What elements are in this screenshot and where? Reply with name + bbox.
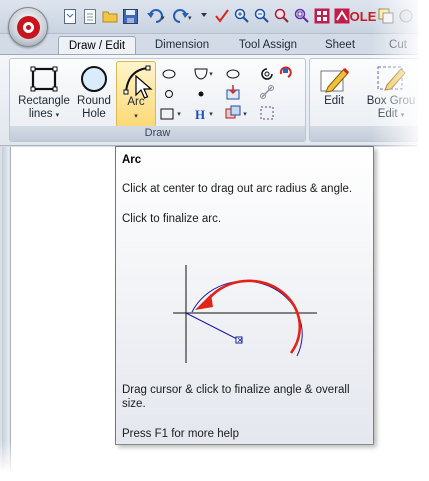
rectangle-icon (30, 66, 58, 92)
select-box-icon[interactable] (258, 104, 276, 122)
small-circle-icon[interactable] (160, 85, 178, 103)
tooltip-line-3: Drag cursor & click to finalize angle & … (122, 384, 350, 410)
zoom-window-icon[interactable] (274, 8, 290, 24)
insert-icon[interactable] (224, 83, 242, 101)
save-icon[interactable] (122, 8, 138, 24)
arc-diagram (173, 265, 317, 363)
grid-icon[interactable] (314, 8, 330, 24)
zoom-in-icon[interactable] (234, 8, 250, 24)
tooltip-title: Arc (122, 154, 142, 166)
oval-icon[interactable] (224, 65, 242, 83)
tab-sheet[interactable]: Sheet (316, 36, 364, 55)
round-hole-button[interactable]: Round Hole (74, 61, 114, 127)
tooltip-help: Press F1 for more help (122, 428, 239, 440)
undo-icon[interactable]: ▾ (146, 8, 168, 24)
rectangle-dropdown-icon[interactable]: ▾ (174, 105, 184, 123)
application-menu-button[interactable] (8, 7, 48, 47)
check-mark-icon[interactable] (214, 8, 230, 24)
ribbon: Rectangle lines ▾ Round Hole Arc ▾ ▾ ▾ H… (0, 54, 418, 146)
point-icon[interactable] (192, 85, 210, 103)
draw-group-caption: Draw (10, 126, 305, 141)
box-group-label-line1: Box Grou (366, 95, 416, 107)
snap-icon[interactable] (334, 8, 350, 24)
boolean-dropdown-icon[interactable]: ▾ (240, 105, 250, 123)
shape-dropdown-icon[interactable]: ▾ (206, 65, 216, 83)
ole-icon[interactable]: OLE (350, 8, 377, 24)
rectangle-label-line1: Rectangle (18, 95, 70, 107)
arc-tooltip: Arc Click at center to drag out arc radi… (115, 146, 374, 445)
tab-cut[interactable]: Cut (378, 36, 418, 55)
box-group-icon (377, 66, 406, 91)
left-border (2, 147, 9, 470)
circle-icon (81, 66, 107, 92)
zoom-out-icon[interactable] (254, 8, 270, 24)
new-file-icon[interactable] (62, 8, 78, 24)
tab-tool-assign[interactable]: Tool Assign (228, 36, 308, 55)
zoom-all-icon[interactable] (294, 8, 310, 24)
mouse-cursor-icon (135, 75, 153, 99)
edit-pencil-icon (320, 67, 350, 93)
h-profile-dropdown-icon[interactable]: ▾ (206, 105, 216, 123)
edit-group: Edit Box Grou Edit ▾ (309, 58, 418, 142)
redo-icon[interactable]: ▾ (172, 8, 194, 24)
round-hole-label-line2: Hole (82, 108, 106, 120)
edit-button[interactable]: Edit (314, 61, 354, 127)
ellipse-icon[interactable] (160, 65, 178, 83)
rectangle-lines-button[interactable]: Rectangle lines ▾ (13, 61, 75, 127)
tooltip-line-1: Click at center to drag out arc radius &… (122, 183, 353, 195)
rotate-icon[interactable] (276, 63, 294, 81)
rectangle-label-line2: lines ▾ (28, 108, 60, 120)
toolbar-dropdown-icon[interactable] (198, 8, 210, 24)
round-hole-label-line1: Round (77, 95, 111, 107)
application-window: ▾ ▾ OLE Draw / Edit Dimension Tool Assig… (0, 0, 418, 470)
arc-dropdown-icon[interactable]: ▾ (117, 109, 155, 123)
document-icon[interactable] (82, 8, 98, 24)
layers-icon[interactable] (378, 8, 394, 24)
edit-group-caption (310, 126, 418, 141)
tab-draw-edit[interactable]: Draw / Edit (58, 36, 136, 55)
link-icon[interactable] (258, 83, 276, 101)
box-group-edit-button[interactable]: Box Grou Edit ▾ (360, 61, 418, 127)
box-group-label-line2: Edit ▾ (377, 108, 405, 120)
svg-text:▾: ▾ (188, 15, 192, 22)
open-folder-icon[interactable] (102, 8, 118, 24)
app-logo (17, 16, 40, 39)
tools-icon[interactable] (398, 8, 414, 24)
ribbon-tab-bar: Draw / Edit Dimension Tool Assign Sheet … (0, 34, 418, 55)
svg-text:▾: ▾ (161, 15, 165, 22)
spiral-icon[interactable] (258, 65, 276, 83)
tab-dimension[interactable]: Dimension (146, 36, 218, 55)
svg-text:H: H (195, 107, 205, 121)
draw-group: Rectangle lines ▾ Round Hole Arc ▾ ▾ ▾ H… (9, 58, 306, 142)
edit-label: Edit (324, 95, 344, 107)
quick-access-toolbar: ▾ ▾ OLE (0, 0, 418, 34)
tooltip-line-2: Click to finalize arc. (122, 213, 222, 225)
